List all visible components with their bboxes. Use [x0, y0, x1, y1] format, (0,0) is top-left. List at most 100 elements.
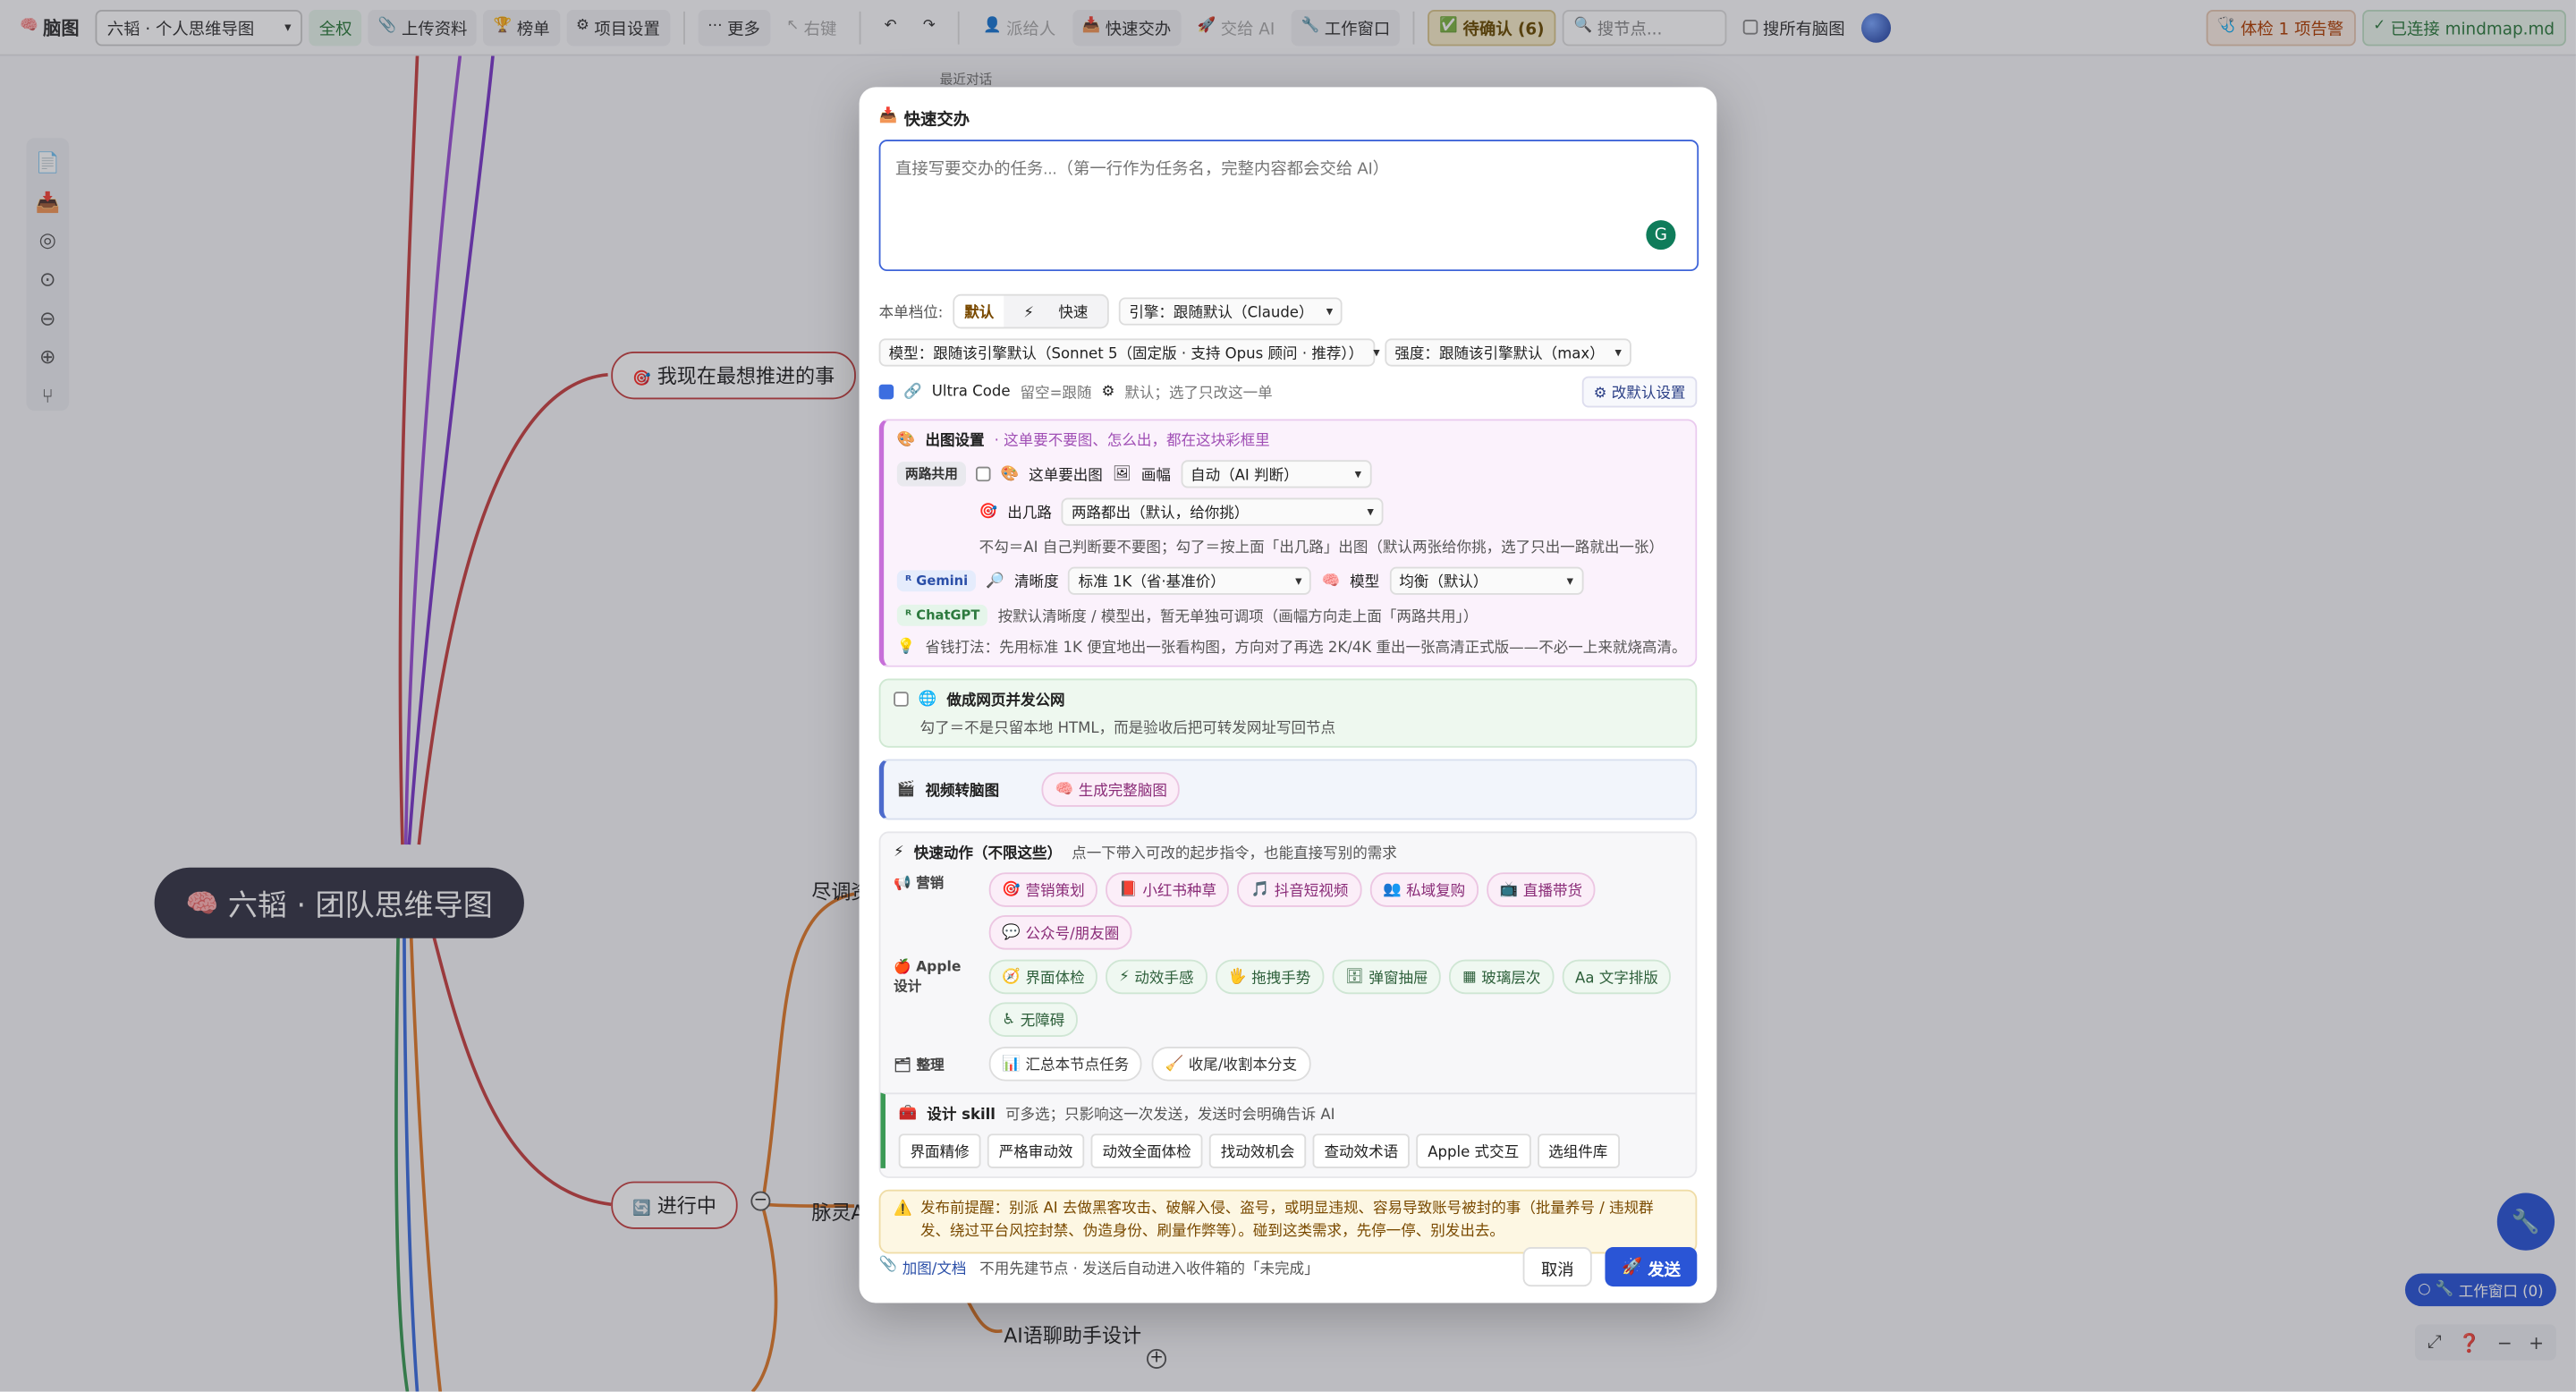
send-button[interactable]: 🚀 发送	[1605, 1247, 1698, 1287]
drawer-icon: 🗄	[1344, 968, 1364, 986]
web-publish-header: 🌐 做成网页并发公网	[894, 689, 1682, 710]
model-select[interactable]: 模型：跟随该引擎默认（Sonnet 5（固定版 · 支持 Opus 顾问 · 推…	[878, 338, 1380, 367]
tier-segmented: 默认 ⚡ 快速	[953, 293, 1110, 329]
canvas-select[interactable]: 自动（AI 判断） ▾	[1181, 460, 1372, 488]
web-publish-checkbox[interactable]	[894, 692, 909, 707]
quick-actions-subtitle: 点一下带入可改的起步指令，也能直接写别的需求	[1072, 845, 1397, 863]
quick-assign-modal: 📥快速交办 G 本单档位: 默认 ⚡ 快速 引擎：跟随默认（Claude）▾ 模…	[859, 87, 1717, 1303]
palette-icon: 🎨	[896, 431, 916, 448]
globe-icon: 🌐	[918, 691, 937, 708]
ultra-code-row: 🔗 Ultra Code 留空=跟随 ⚙ 默认；选了只改这一单 ⚙ 改默认设置	[878, 376, 1698, 408]
image-settings-section: 🎨 出图设置 · 这单要不要图、怎么出，都在这块彩框里 两路共用 🎨 这单要出图…	[878, 419, 1698, 667]
generate-mindmap-button[interactable]: 🧠 生成完整脑图	[1041, 772, 1181, 807]
video-section: 🎬 视频转脑图 🧠 生成完整脑图	[878, 759, 1698, 820]
apple-pills: 🧭 界面体检 ⚡ 动效手感 🖐 拖拽手势 🗄 弹窗抽屉 ▦ 玻璃层次 Aa 文字排版 ♿ 无…	[988, 959, 1679, 1037]
ultra-code-label: Ultra Code	[931, 383, 1011, 401]
img-model-select[interactable]: 均衡（默认） ▾	[1389, 566, 1583, 595]
design-skill-title: 设计 skill	[927, 1107, 996, 1125]
skill-motion-chance[interactable]: 找动效机会	[1208, 1133, 1307, 1168]
bar-chart-icon: 📊	[1002, 1056, 1021, 1073]
pill-accessibility[interactable]: ♿ 无障碍	[988, 1002, 1079, 1037]
design-skill-header: 🧰 设计 skill 可多选；只影响这一次发送，发送时会明确告诉 AI	[899, 1102, 1682, 1124]
skill-apple-interaction[interactable]: Apple 式交互	[1416, 1133, 1531, 1168]
pill-typography[interactable]: Aa 文字排版	[1562, 959, 1672, 995]
people-icon: 👥	[1382, 881, 1402, 898]
grammarly-icon[interactable]: G	[1646, 220, 1676, 250]
routes-note: 不勾＝AI 自己判断要不要图；勾了＝按上面「出几路」出图（默认两张给你挑，选了只…	[979, 540, 1665, 557]
marketing-pills: 🎯 营销策划 📕 小红书种草 🎵 抖音短视频 👥 私域复购 📺 直播带货 💬 公众号/朋友圈	[988, 872, 1679, 950]
image-settings-header: 🎨 出图设置 · 这单要不要图、怎么出，都在这块彩框里	[897, 429, 1682, 450]
routes-label: 出几路	[1007, 505, 1052, 523]
design-skill-subsection: 🧰 设计 skill 可多选；只影响这一次发送，发送时会明确告诉 AI 界面精修…	[880, 1092, 1696, 1168]
task-input[interactable]	[878, 140, 1699, 272]
warning-icon: ⚠️	[894, 1201, 912, 1218]
skill-motion-check[interactable]: 动效全面体检	[1090, 1133, 1203, 1168]
pill-marketing-plan[interactable]: 🎯 营销策划	[988, 872, 1098, 907]
pill-modal-drawer[interactable]: 🗄 弹窗抽屉	[1332, 959, 1442, 995]
gear-icon: ⚙	[1593, 386, 1607, 403]
ultra-note-2: 默认；选了只改这一单	[1124, 386, 1273, 403]
apple-icon: 🍎	[894, 959, 911, 976]
pill-xiaohongshu[interactable]: 📕 小红书种草	[1106, 872, 1230, 907]
megaphone-icon: 📢	[894, 875, 911, 893]
need-image-checkbox[interactable]	[975, 466, 991, 482]
routes-select[interactable]: 两路都出（默认，给你挑） ▾	[1061, 497, 1384, 526]
apple-label: 🍎 Apple 设计	[894, 959, 962, 997]
tier-row: 本单档位: 默认 ⚡ 快速 引擎：跟随默认（Claude） ▾	[879, 293, 1698, 329]
marketing-label: 📢 营销	[894, 875, 945, 893]
web-publish-title: 做成网页并发公网	[946, 693, 1065, 710]
palette-icon: 🎨	[1000, 465, 1020, 483]
pill-live-sales[interactable]: 📺 直播带货	[1487, 872, 1596, 907]
img-model-label: 模型	[1350, 574, 1380, 592]
clarity-select[interactable]: 标准 1K（省·基准价） ▾	[1068, 566, 1312, 595]
gear-icon: ⚙	[1101, 383, 1115, 401]
pill-glass-layer[interactable]: ▦ 玻璃层次	[1449, 959, 1555, 995]
cancel-button[interactable]: 取消	[1522, 1247, 1592, 1287]
accessibility-icon: ♿	[1002, 1011, 1016, 1028]
speech-icon: 💬	[1002, 924, 1021, 941]
chatgpt-row: ᴿ ChatGPT 按默认清晰度 / 模型出，暂无单独可调项（画幅方向走上面「两…	[896, 604, 1682, 626]
skill-motion-terms[interactable]: 查动效术语	[1312, 1133, 1411, 1168]
pill-harvest-branch[interactable]: 🧹 收尾/收割本分支	[1151, 1046, 1310, 1082]
target-icon: 🎯	[1002, 881, 1021, 898]
modal-title: 📥 快速交办	[878, 107, 970, 130]
brain-icon: 🧠	[1321, 573, 1341, 590]
compass-icon: 🧭	[1002, 968, 1021, 986]
skill-strict-motion[interactable]: 严格审动效	[987, 1133, 1085, 1168]
pill-summarize-tasks[interactable]: 📊 汇总本节点任务	[988, 1046, 1142, 1082]
chevron-down-icon: ▾	[1614, 344, 1622, 361]
design-skill-items: 界面精修 严格审动效 动效全面体检 找动效机会 查动效术语 Apple 式交互 …	[898, 1133, 1682, 1168]
tier-fast-option[interactable]: ⚡ 快速	[1004, 296, 1107, 327]
pill-ui-check[interactable]: 🧭 界面体检	[988, 959, 1098, 995]
clapper-icon: 🎬	[896, 781, 916, 798]
engine-select[interactable]: 引擎：跟随默认（Claude） ▾	[1119, 297, 1343, 326]
attach-button[interactable]: 📎 加图/文档	[879, 1256, 967, 1277]
footer-note: 不用先建节点 · 发送后自动进入收件箱的「未完成」	[979, 1260, 1319, 1278]
image-settings-title: 出图设置	[925, 433, 985, 451]
ultra-note: 留空=跟随	[1020, 386, 1092, 403]
chevron-down-icon: ▾	[1295, 573, 1302, 589]
brain-icon: 🧠	[1055, 781, 1074, 798]
pill-drag-gesture[interactable]: 🖐 拖拽手势	[1215, 959, 1325, 995]
web-publish-section: 🌐 做成网页并发公网 勾了＝不是只留本地 HTML，而是验收后把可转发网址写回节…	[878, 678, 1698, 748]
music-icon: 🎵	[1250, 881, 1270, 898]
ultra-code-checkbox[interactable]	[878, 384, 894, 400]
change-default-button[interactable]: ⚙ 改默认设置	[1581, 376, 1698, 408]
pill-private-domain[interactable]: 👥 私域复购	[1369, 872, 1479, 907]
quick-actions-header: ⚡ 快速动作（不限这些） 点一下带入可改的起步指令，也能直接写别的需求	[894, 841, 1682, 862]
chevron-down-icon: ▾	[1326, 303, 1334, 319]
strength-select[interactable]: 强度：跟随该引擎默认（max） ▾	[1385, 338, 1631, 367]
pill-douyin[interactable]: 🎵 抖音短视频	[1237, 872, 1362, 907]
skill-component-library[interactable]: 选组件库	[1537, 1133, 1620, 1168]
apple-row: 🍎 Apple 设计 🧭 界面体检 ⚡ 动效手感 🖐 拖拽手势 🗄 弹窗抽屉 ▦ 玻璃层次…	[894, 959, 1682, 1037]
pill-official-account[interactable]: 💬 公众号/朋友圈	[988, 915, 1132, 950]
tier-default-option[interactable]: 默认	[954, 295, 1004, 327]
skill-ui-polish[interactable]: 界面精修	[898, 1133, 981, 1168]
image-tip: 💡 省钱打法：先用标准 1K 便宜地出一张看构图，方向对了再选 2K/4K 重出一…	[896, 638, 1687, 658]
pill-motion-feel[interactable]: ⚡ 动效手感	[1106, 959, 1208, 995]
box-icon: 🗂	[894, 1057, 911, 1074]
image-shared-row: 两路共用 🎨 这单要出图 🖼 画幅 自动（AI 判断） ▾	[896, 460, 1682, 488]
paperclip-icon: 📎	[878, 1256, 898, 1273]
lightning-icon: ⚡	[1023, 305, 1035, 322]
marketing-row: 📢 营销 🎯 营销策划 📕 小红书种草 🎵 抖音短视频 👥 私域复购 📺 直播带货 💬 公众…	[894, 872, 1682, 950]
